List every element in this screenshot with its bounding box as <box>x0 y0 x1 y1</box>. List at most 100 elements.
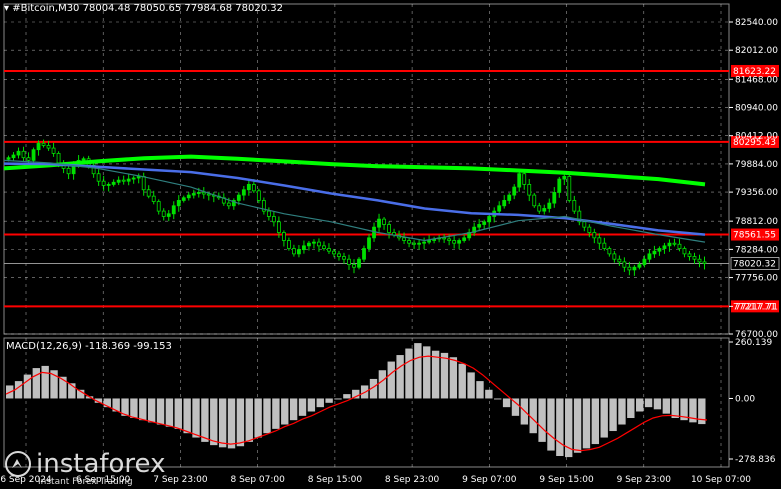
candle-body <box>367 237 371 249</box>
macd-bar <box>201 398 209 442</box>
macd-bar <box>636 398 644 412</box>
candle-body <box>41 142 46 146</box>
ma-fast-line <box>3 159 706 243</box>
candle-body <box>522 173 527 185</box>
candle-body <box>642 258 647 265</box>
macd-y-tick-label: 0.00 <box>735 394 755 404</box>
candle-body <box>557 178 562 193</box>
moving-averages <box>3 154 706 243</box>
candle-body <box>16 150 21 156</box>
candle-body <box>512 186 517 196</box>
candle-body <box>372 226 376 239</box>
candle-body <box>497 205 502 212</box>
candle-body <box>502 200 507 207</box>
y-tick-label: 81468.00 <box>735 75 778 85</box>
x-tick-label: 10 Sep 07:00 <box>691 475 751 485</box>
macd-bar <box>662 398 671 414</box>
candle-body <box>582 221 587 228</box>
candle-body <box>46 145 51 149</box>
candle-body <box>567 175 572 201</box>
y-tick-label: 79356.00 <box>735 188 778 198</box>
candle-body <box>161 210 166 217</box>
candle-body <box>387 224 391 233</box>
x-tick-label: 9 Sep 15:00 <box>539 475 594 485</box>
candle-body <box>111 181 116 185</box>
y-tick-label: 77756.00 <box>735 274 778 284</box>
macd-bar <box>192 398 200 438</box>
candle-body <box>66 167 71 175</box>
macd-bar <box>156 398 165 425</box>
macd-bar <box>289 398 298 421</box>
macd-bar <box>218 398 227 448</box>
candle-body <box>302 245 306 250</box>
macd-bar <box>440 352 449 399</box>
macd-bar <box>529 398 537 434</box>
candle-body <box>246 184 251 191</box>
candle-body <box>21 150 26 159</box>
candle-body <box>26 157 31 161</box>
price-chart[interactable]: 81623.2280295.4378561.5577217.7178020.32… <box>0 0 781 489</box>
candle-body <box>56 153 61 164</box>
candle-body <box>171 205 176 215</box>
candle-body <box>407 240 411 244</box>
candle-body <box>427 240 432 243</box>
candle-body <box>281 232 286 241</box>
macd-bar <box>183 398 191 434</box>
macd-bar <box>618 398 626 425</box>
candle-body <box>236 194 241 201</box>
candle-body <box>101 180 106 186</box>
x-tick-label: 8 Sep 07:00 <box>230 475 285 485</box>
price-panel-frame <box>3 3 730 335</box>
candle-body <box>201 192 206 195</box>
candle-body <box>682 248 687 255</box>
level-label: 78561.55 <box>733 231 776 241</box>
logo: instaforex Instant Forex Trading <box>4 447 184 487</box>
candle-body <box>146 189 151 197</box>
instaforex-logo-icon <box>5 451 31 477</box>
candle-body <box>292 248 296 255</box>
macd-bar <box>556 398 564 456</box>
macd-bar <box>316 398 324 408</box>
candle-body <box>166 213 171 217</box>
candle-body <box>552 192 557 204</box>
candle-body <box>196 192 201 194</box>
candle-body <box>31 149 36 161</box>
macd-bar <box>502 398 511 408</box>
macd-bar <box>272 398 280 429</box>
macd-bar <box>405 348 413 399</box>
y-tick-label: 80940.00 <box>735 103 778 113</box>
macd-bar <box>591 398 600 445</box>
candle-body <box>96 173 101 182</box>
macd-label: MACD(12,26,9) -118.369 -99.153 <box>6 341 172 352</box>
triangle-down-icon[interactable]: ▾ <box>4 3 9 14</box>
candle-body <box>352 264 356 268</box>
candle-body <box>251 184 256 192</box>
macd-bar <box>130 398 138 419</box>
horizontal-levels: 81623.2280295.4378561.5577217.7178020.32 <box>4 64 780 313</box>
macd-bar <box>245 398 253 442</box>
candle-body <box>457 240 462 244</box>
candle-body <box>607 248 612 255</box>
candle-body <box>702 261 707 264</box>
candle-body <box>141 175 146 191</box>
macd-bar <box>334 398 342 400</box>
candle-body <box>131 177 136 180</box>
candle-body <box>6 157 11 160</box>
candle-body <box>462 237 467 241</box>
candle-body <box>662 245 667 249</box>
macd-bar <box>414 343 422 399</box>
candle-body <box>382 218 386 225</box>
candle-body <box>652 250 657 255</box>
candle-body <box>447 238 452 241</box>
macd-bar <box>653 398 662 410</box>
candle-body <box>402 237 406 241</box>
candle-body <box>126 178 131 182</box>
candle-body <box>572 200 577 212</box>
macd-bar <box>467 372 475 399</box>
y-tick-label: 77217.71 <box>735 302 778 312</box>
candle-body <box>637 264 642 268</box>
candle-body <box>627 266 632 271</box>
y-tick-label: 82012.00 <box>735 46 778 56</box>
symbol-label: #Bitcoin,M30 <box>12 3 80 14</box>
candle-body <box>687 253 692 257</box>
